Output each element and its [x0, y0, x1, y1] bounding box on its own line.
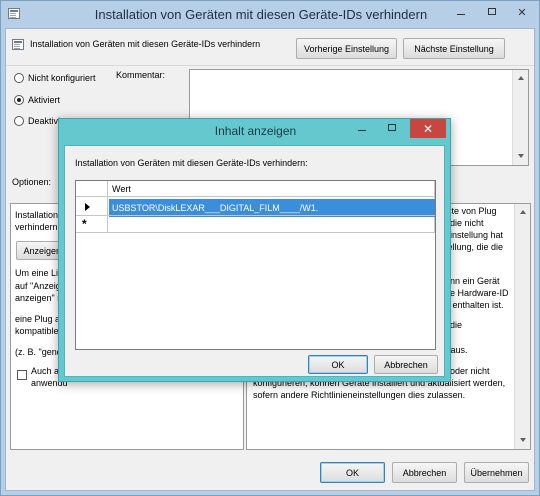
help-line: sofern andere Richtlinieneinstellungen d… — [253, 390, 466, 400]
maximize-icon — [388, 124, 396, 131]
comment-scrollbar[interactable] — [512, 70, 528, 165]
radio-not-configured[interactable] — [14, 73, 24, 83]
close-icon: ✕ — [517, 6, 527, 19]
options-label: Optionen: — [12, 177, 52, 187]
minimize-button[interactable] — [448, 3, 474, 21]
options-desc-2: auf "Anzeig — [15, 281, 61, 291]
scroll-down-icon[interactable] — [518, 154, 524, 158]
show-contents-dialog: Inhalt anzeigen ✕ Installation von Gerät… — [58, 118, 451, 382]
column-header-wert[interactable]: Wert — [112, 184, 131, 194]
dialog-ok-button[interactable]: OK — [308, 355, 368, 374]
help-line: iste von Plug — [445, 206, 497, 216]
cancel-button[interactable]: Abbrechen — [392, 462, 457, 483]
main-titlebar[interactable]: Installation von Geräten mit diesen Gerä… — [1, 1, 539, 28]
help-line: he Hardware-ID — [445, 288, 509, 298]
help-line: tellung, die die — [445, 242, 504, 252]
close-button[interactable]: ✕ — [509, 3, 535, 21]
dialog-maximize-button[interactable] — [379, 119, 405, 137]
row-value[interactable]: USBSTOR\DiskLEXAR___DIGITAL_FILM____/W1. — [112, 203, 318, 213]
options-desc-6: (z. B. "gend — [15, 347, 62, 357]
scroll-up-icon[interactable] — [518, 76, 524, 80]
dialog-minimize-button[interactable] — [349, 119, 375, 137]
dialog-cancel-button[interactable]: Abbrechen — [374, 355, 438, 374]
help-line: einstellung hat — [445, 230, 504, 240]
values-grid[interactable]: Wert USBSTOR\DiskLEXAR___DIGITAL_FILM___… — [75, 180, 436, 350]
grid-divider — [76, 232, 435, 233]
apply-also-checkbox[interactable] — [17, 370, 27, 380]
help-scrollbar[interactable] — [514, 204, 530, 449]
dialog-close-button[interactable]: ✕ — [410, 119, 446, 138]
help-line: e enthalten ist. — [445, 300, 504, 310]
radio-disabled[interactable] — [14, 116, 24, 126]
options-desc-4: eine Plug a — [15, 314, 61, 324]
new-row[interactable] — [108, 216, 434, 232]
options-desc-5: kompatible — [15, 326, 59, 336]
maximize-button[interactable] — [479, 3, 505, 21]
dialog-label: Installation von Geräten mit diesen Gerä… — [75, 158, 308, 168]
radio-not-configured-label[interactable]: Nicht konfiguriert — [28, 73, 96, 83]
maximize-icon — [488, 8, 496, 15]
options-desc-3: anzeigen" i — [15, 293, 60, 303]
new-row-marker: * — [82, 217, 87, 231]
policy-icon — [12, 39, 24, 50]
previous-setting-button[interactable]: Vorherige Einstellung — [296, 38, 397, 59]
header-divider — [6, 65, 534, 66]
close-icon: ✕ — [422, 121, 434, 136]
scroll-up-icon[interactable] — [520, 210, 526, 214]
dialog-client-area: Installation von Geräten mit diesen Gerä… — [64, 145, 445, 377]
scroll-down-icon[interactable] — [520, 438, 526, 442]
minimize-icon — [457, 14, 465, 15]
minimize-icon — [358, 130, 366, 131]
main-window-title: Installation von Geräten mit diesen Gerä… — [94, 7, 428, 22]
help-line: , oder nicht — [445, 366, 490, 376]
options-text-1: Installation — [15, 210, 59, 220]
policy-name: Installation von Geräten mit diesen Gerä… — [30, 39, 261, 49]
current-row-arrow-icon — [85, 203, 90, 211]
options-desc-1: Um eine Lis — [15, 268, 63, 278]
options-text-2: verhindern: — [15, 222, 61, 232]
radio-enabled-label[interactable]: Aktiviert — [28, 95, 60, 105]
policy-window-icon — [8, 8, 20, 19]
next-setting-button[interactable]: Nächste Einstellung — [403, 38, 505, 59]
help-line: ann ein Gerät — [445, 276, 500, 286]
apply-button[interactable]: Übernehmen — [464, 462, 529, 483]
radio-enabled[interactable] — [14, 95, 24, 105]
comment-label: Kommentar: — [116, 70, 166, 80]
ok-button[interactable]: OK — [320, 462, 385, 483]
